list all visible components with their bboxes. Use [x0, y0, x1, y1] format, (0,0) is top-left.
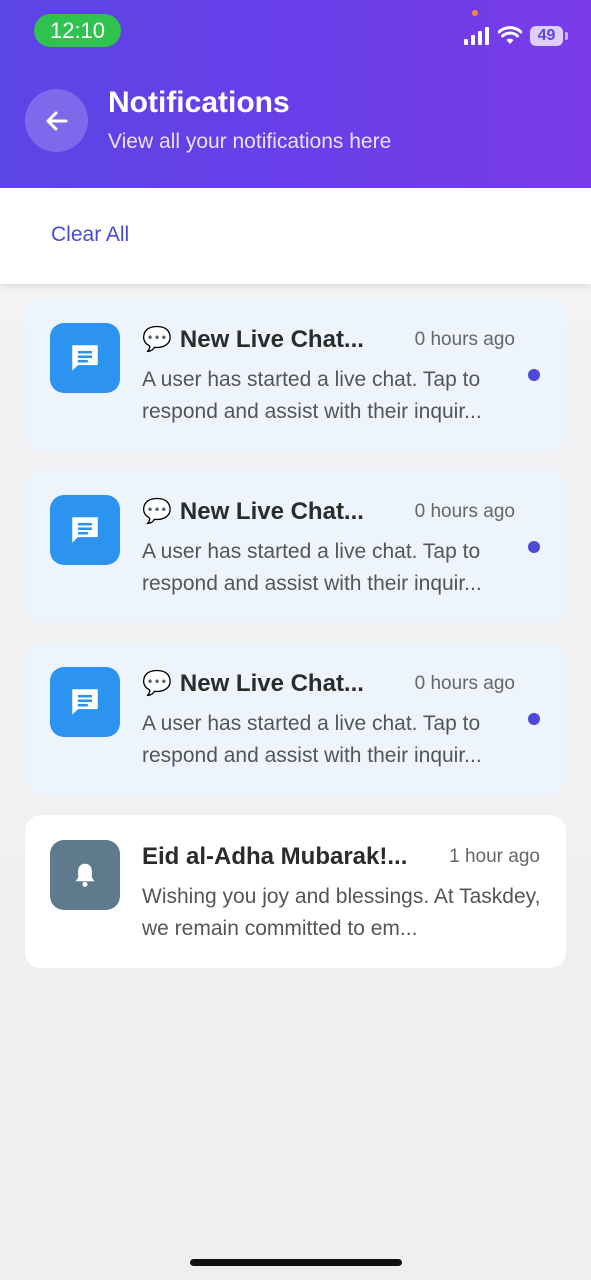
signal-icon: [464, 27, 489, 45]
speech-bubble-emoji: 💬: [142, 670, 172, 697]
speech-bubble-emoji: 💬: [142, 498, 172, 525]
notification-title-text: New Live Chat...: [179, 498, 364, 525]
speech-bubble-emoji: 💬: [142, 326, 172, 353]
notification-card[interactable]: 💬 New Live Chat... 0 hours ago A user has…: [25, 298, 566, 451]
chat-icon: [50, 667, 120, 737]
arrow-left-icon: [46, 111, 67, 130]
notification-body: Wishing you joy and blessings. At Taskde…: [142, 885, 541, 940]
privacy-indicator-dot: [472, 10, 478, 16]
notification-time: 0 hours ago: [414, 329, 515, 350]
status-time: 12:10: [34, 14, 121, 47]
notification-time: 1 hour ago: [449, 846, 540, 867]
notification-body: A user has started a live chat. Tap to r…: [142, 712, 482, 767]
notification-title-text: New Live Chat...: [179, 670, 364, 697]
notification-time: 0 hours ago: [414, 673, 515, 694]
notification-title-text: New Live Chat...: [179, 326, 364, 353]
page-subtitle: View all your notifications here: [108, 130, 392, 153]
clear-all-button[interactable]: Clear All: [51, 223, 129, 247]
notification-title: 💬 New Live Chat...: [142, 496, 397, 528]
notification-body: A user has started a live chat. Tap to r…: [142, 540, 482, 595]
notification-time: 0 hours ago: [414, 501, 515, 522]
wifi-icon: [498, 26, 522, 44]
notification-body: A user has started a live chat. Tap to r…: [142, 368, 482, 423]
unread-indicator: [528, 541, 540, 553]
chat-icon: [50, 323, 120, 393]
back-button[interactable]: [25, 89, 88, 152]
notification-title: 💬 New Live Chat...: [142, 668, 397, 700]
battery-tip: [565, 32, 568, 40]
app-header: 12:10 49 Notifications View all your not…: [0, 0, 591, 188]
unread-indicator: [528, 713, 540, 725]
battery-indicator: 49: [530, 26, 563, 46]
page-title: Notifications: [108, 86, 290, 119]
home-indicator[interactable]: [190, 1259, 402, 1266]
unread-indicator: [528, 369, 540, 381]
notifications-toolbar: Clear All: [0, 188, 591, 284]
notification-card[interactable]: 💬 New Live Chat... 0 hours ago A user has…: [25, 642, 566, 795]
chat-icon: [50, 495, 120, 565]
notification-title: 💬 New Live Chat...: [142, 324, 397, 356]
bell-icon: [50, 840, 120, 910]
notification-card[interactable]: 💬 New Live Chat... 0 hours ago A user has…: [25, 470, 566, 623]
notification-title: Eid al-Adha Mubarak!...: [142, 843, 408, 870]
notification-card[interactable]: Eid al-Adha Mubarak!... 1 hour ago Wishi…: [25, 815, 566, 968]
